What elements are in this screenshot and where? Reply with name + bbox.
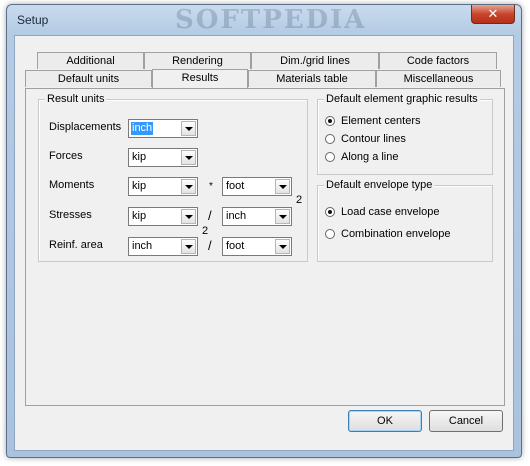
tab-default-units[interactable]: Default units (25, 70, 152, 87)
moments-label: Moments (49, 179, 95, 191)
stresses-force-select[interactable]: kip (128, 207, 198, 226)
radio-unselected-icon[interactable] (325, 229, 335, 239)
stresses-area-select[interactable]: inch (222, 207, 292, 226)
reinf-area-select[interactable]: inch (128, 237, 198, 256)
close-icon: ✕ (487, 6, 499, 21)
softpedia-watermark: SOFTPEDIA (175, 5, 367, 35)
moments-force-select[interactable]: kip (128, 177, 198, 196)
dialog-client: Additional Rendering Dim./grid lines Cod… (14, 35, 514, 451)
chevron-down-icon[interactable] (275, 179, 290, 194)
element-graphic-title: Default element graphic results (324, 93, 480, 105)
tab-materials-table[interactable]: Materials table (248, 70, 376, 87)
displacements-select[interactable]: inch (128, 119, 198, 138)
tab-label: Results (181, 72, 219, 84)
radio-label: Along a line (341, 151, 399, 163)
chevron-down-icon[interactable] (181, 209, 196, 224)
forces-label: Forces (49, 150, 83, 162)
chevron-down-icon[interactable] (275, 239, 290, 254)
reinf-area-value: inch (132, 240, 153, 252)
tab-code-factors[interactable]: Code factors (379, 52, 497, 69)
chevron-down-icon[interactable] (181, 239, 196, 254)
chevron-down-icon[interactable] (275, 209, 290, 224)
reinf-area-exponent: 2 (202, 225, 209, 237)
window-title: Setup (17, 13, 49, 27)
tab-miscellaneous[interactable]: Miscellaneous (376, 70, 501, 87)
radio-selected-icon[interactable] (325, 116, 335, 126)
reinf-length-select[interactable]: foot (222, 237, 292, 256)
envelope-type-group: Default envelope type Load case envelope… (317, 179, 493, 262)
tab-label: Code factors (406, 55, 470, 67)
cancel-button[interactable]: Cancel (429, 410, 503, 432)
stresses-label: Stresses (49, 209, 92, 221)
title-bar[interactable]: Setup SOFTPEDIA ✕ (7, 5, 521, 35)
moments-length-value: foot (226, 180, 245, 192)
displacements-label: Displacements (49, 121, 122, 133)
radio-label: Element centers (341, 115, 421, 127)
tab-label: Dim./grid lines (280, 55, 350, 67)
radio-unselected-icon[interactable] (325, 134, 335, 144)
chevron-down-icon[interactable] (181, 150, 196, 165)
moments-length-select[interactable]: foot (222, 177, 292, 196)
displacements-value: inch (131, 122, 154, 135)
reinf-length-value: foot (226, 240, 245, 252)
radio-unselected-icon[interactable] (325, 152, 335, 162)
result-units-title: Result units (45, 93, 107, 105)
ok-button[interactable]: OK (348, 410, 422, 432)
stresses-operator: / (208, 208, 212, 223)
tab-results[interactable]: Results (152, 69, 248, 88)
tab-dim-grid-lines[interactable]: Dim./grid lines (251, 52, 379, 69)
envelope-type-title: Default envelope type (324, 179, 435, 191)
close-button[interactable]: ✕ (471, 5, 515, 24)
tab-label: Additional (66, 55, 115, 67)
element-graphic-group: Default element graphic results Element … (317, 93, 493, 175)
tab-rendering[interactable]: Rendering (144, 52, 251, 69)
reinf-area-operator: / (208, 238, 212, 253)
radio-label: Load case envelope (341, 206, 440, 218)
radio-label: Combination envelope (341, 228, 451, 240)
forces-select[interactable]: kip (128, 148, 198, 167)
stresses-force-value: kip (132, 210, 147, 222)
tab-label: Materials table (276, 73, 348, 85)
tab-additional[interactable]: Additional (37, 52, 144, 69)
tab-label: Miscellaneous (403, 73, 474, 85)
stresses-area-value: inch (226, 210, 247, 222)
chevron-down-icon[interactable] (181, 121, 196, 136)
tab-label: Rendering (172, 55, 223, 67)
forces-value: kip (132, 151, 147, 163)
tab-label: Default units (57, 73, 120, 85)
radio-label: Contour lines (341, 133, 406, 145)
radio-selected-icon[interactable] (325, 207, 335, 217)
setup-dialog: Setup SOFTPEDIA ✕ Additional Rendering D… (6, 4, 522, 458)
chevron-down-icon[interactable] (181, 179, 196, 194)
moments-force-value: kip (132, 180, 147, 192)
results-tab-panel: Result units Displacements inch Forces k… (25, 88, 505, 406)
stresses-exponent: 2 (296, 194, 303, 206)
result-units-group: Result units Displacements inch Forces k… (38, 93, 308, 262)
moments-operator: * (209, 181, 213, 192)
reinf-area-label: Reinf. area (49, 239, 103, 251)
